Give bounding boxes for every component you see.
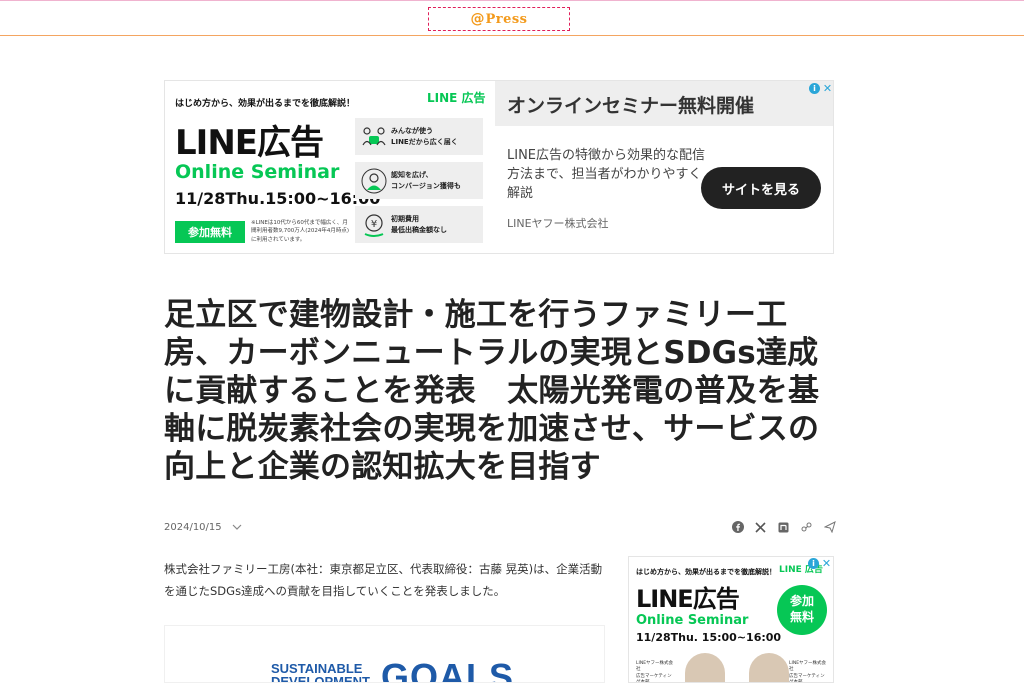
ad-creative[interactable]: はじめ方から、効果が出るまでを徹底解説！ LINE 広告 LINE広告 Onli… [165, 81, 495, 253]
ad-fine-print: ※LINEは10代から60代まで幅広く、月間利用者数9,700万人(2024年4… [251, 220, 350, 243]
ad-close-icon[interactable]: ✕ [822, 83, 833, 94]
ad-seminar: Online Seminar [175, 161, 340, 183]
side-ad-pretitle: はじめ方から、効果が出るまでを徹底解説！ [636, 568, 776, 576]
send-icon[interactable] [823, 521, 836, 534]
yen-icon: ¥ [359, 211, 389, 239]
ad-headline: LINE広告 [175, 123, 324, 163]
ad-feature-text: 初期費用 最低出稿金額なし [391, 215, 447, 234]
sidebar-ad[interactable]: はじめ方から、効果が出るまでを徹底解説！ LINE 広告 i ✕ LINE広告 … [628, 556, 834, 683]
svg-text:¥: ¥ [371, 219, 377, 230]
side-ad-seminar: Online Seminar [636, 613, 749, 628]
ad-choices[interactable]: i ✕ [809, 83, 833, 94]
article-image-sdgs: SUSTAINABLE DEVELOPMENT GOALS [164, 625, 605, 683]
ad-info-icon[interactable]: i [809, 83, 820, 94]
logo-text: Press [485, 11, 528, 27]
ad-free-badge: 参加無料 [175, 221, 245, 243]
article-lead: 株式会社ファミリー工房(本社：東京都足立区、代表取締役：古藤 晃英)は、企業活動… [164, 562, 603, 598]
share-bar [731, 519, 836, 535]
speaker-tag-2: LINEヤフー株式会社 広告マーケティング本部 和田 智和花 [789, 661, 827, 683]
top-banner-ad[interactable]: はじめ方から、効果が出るまでを徹底解説！ LINE 広告 LINE広告 Onli… [164, 80, 834, 254]
ad-right-header: オンラインセミナー無料開催 [495, 81, 833, 126]
ad-text-panel[interactable]: オンラインセミナー無料開催 i ✕ LINE広告の特徴から効果的な配信方法まで、… [495, 81, 833, 253]
ad-feature-text: みんなが使う LINEだから広く届く [391, 127, 458, 146]
facebook-icon[interactable] [731, 521, 744, 534]
ad-feature-3: ¥ 初期費用 最低出稿金額なし [355, 206, 483, 243]
ad-date: 11/28Thu.15:00~16:00 [175, 189, 381, 208]
visit-site-button[interactable]: サイトを見る [701, 167, 821, 209]
ad-feature-1: みんなが使う LINEだから広く届く [355, 118, 483, 155]
chevron-down-icon[interactable] [232, 522, 242, 532]
ad-info-icon[interactable]: i [808, 558, 819, 569]
article-meta: 2024/10/15 [164, 519, 242, 535]
side-ad-headline: LINE広告 [636, 585, 740, 613]
link-icon[interactable] [800, 521, 813, 534]
ad-advertiser: LINEヤフー株式会社 [507, 217, 609, 230]
speaker-photo-1 [685, 653, 725, 682]
atpress-logo[interactable]: @ Press [428, 7, 570, 31]
note-icon[interactable] [777, 521, 790, 534]
side-ad-choices[interactable]: i ✕ [808, 558, 832, 569]
ad-feature-text: 認知を広げ、 コンバージョン獲得も [391, 171, 461, 190]
x-icon[interactable] [754, 521, 767, 534]
person-icon [359, 167, 389, 195]
article-date: 2024/10/15 [164, 521, 222, 533]
side-ad-free-badge: 参加 無料 [777, 585, 827, 635]
ad-right-title: オンラインセミナー無料開催 [507, 95, 755, 117]
ad-description: LINE広告の特徴から効果的な配信方法まで、担当者がわかりやすく解説 [507, 148, 706, 201]
side-ad-date: 11/28Thu. 15:00~16:00 [636, 631, 782, 644]
article-title: 足立区で建物設計・施工を行うファミリー工房、カーボンニュートラルの実現とSDGs… [164, 297, 820, 485]
ad-feature-2: 認知を広げ、 コンバージョン獲得も [355, 162, 483, 199]
speaker-tag-1: LINEヤフー株式会社 広告マーケティング本部 佐々木 未来 [636, 661, 674, 683]
people-icon [359, 123, 389, 151]
site-header: @ Press [0, 1, 1024, 36]
ad-brand: LINE 広告 [427, 91, 486, 105]
ad-pretitle: はじめ方から、効果が出るまでを徹底解説！ [175, 99, 356, 109]
logo-at-mark: @ [470, 11, 485, 27]
sdgs-goals-text: GOALS [381, 656, 515, 683]
ad-close-icon[interactable]: ✕ [821, 558, 832, 569]
sdgs-subtitle: SUSTAINABLE DEVELOPMENT [271, 661, 370, 683]
speaker-photo-2 [749, 653, 789, 682]
